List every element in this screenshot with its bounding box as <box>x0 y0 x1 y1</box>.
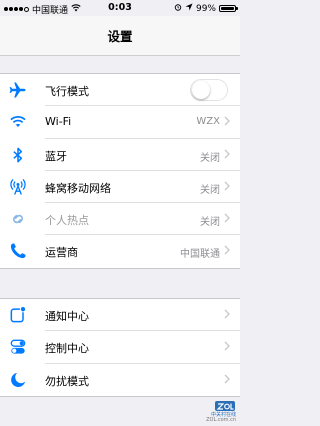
chevron-right-icon <box>224 181 230 191</box>
bluetooth-icon <box>8 145 28 165</box>
setting-label: 通知中心 <box>45 310 89 323</box>
alarm-icon <box>174 3 182 14</box>
airplane-icon <box>8 80 28 100</box>
settings-row-airplane-mode[interactable]: 飞行模式 <box>0 74 240 107</box>
battery-percent: 99% <box>195 3 216 14</box>
settings-row-control-center[interactable]: 控制中心 <box>0 331 240 364</box>
setting-label: 运营商 <box>45 246 78 260</box>
settings-row-do-not-disturb[interactable]: 勿扰模式 <box>0 364 240 396</box>
chevron-right-icon <box>224 341 230 351</box>
chevron-right-icon <box>224 374 230 384</box>
setting-value: 关闭 <box>200 217 220 229</box>
zol-logo-icon <box>206 399 236 413</box>
setting-value: 中国联通 <box>180 249 220 261</box>
navigation-bar: 设置 <box>0 16 240 56</box>
settings-row-carrier[interactable]: 运营商 中国联通 <box>0 235 240 267</box>
hotspot-icon <box>8 209 28 229</box>
cellular-icon <box>8 177 28 197</box>
setting-label: 蜂窝移动网络 <box>45 181 111 195</box>
setting-label: Wi-Fi <box>45 115 72 129</box>
setting-value: 关闭 <box>200 152 220 164</box>
settings-group-system: 通知中心 控制中心 勿扰模式 <box>0 298 240 397</box>
watermark: 中关村在线 ZOL.com.cn <box>206 399 236 423</box>
page-title: 设置 <box>107 29 133 44</box>
chevron-right-icon <box>224 116 230 126</box>
chevron-right-icon <box>224 149 230 159</box>
location-icon <box>185 3 193 14</box>
chevron-right-icon <box>224 245 230 255</box>
watermark-url: ZOL.com.cn <box>206 417 236 423</box>
setting-label: 飞行模式 <box>45 85 89 98</box>
setting-label: 勿扰模式 <box>45 374 89 388</box>
chevron-right-icon <box>224 213 230 223</box>
status-right: 99% <box>174 3 238 14</box>
control-center-icon <box>8 337 28 357</box>
settings-row-personal-hotspot[interactable]: 个人热点 关闭 <box>0 203 240 236</box>
wifi-icon <box>8 112 28 132</box>
setting-value: WZX <box>196 116 220 128</box>
setting-label: 控制中心 <box>45 342 89 356</box>
moon-icon <box>8 370 28 390</box>
setting-value: 关闭 <box>200 184 220 196</box>
settings-group-connectivity: 飞行模式 Wi-Fi WZX 蓝牙 关闭 蜂窝移动网络 关闭 个人热点 关闭 运… <box>0 73 240 269</box>
phone-icon <box>8 241 28 261</box>
airplane-mode-toggle[interactable] <box>190 79 228 101</box>
chevron-right-icon <box>224 309 230 319</box>
status-bar: 中国联通 0:03 99% <box>0 0 240 16</box>
setting-label: 个人热点 <box>45 214 89 228</box>
settings-row-notification-center[interactable]: 通知中心 <box>0 299 240 332</box>
settings-row-cellular[interactable]: 蜂窝移动网络 关闭 <box>0 171 240 204</box>
settings-row-bluetooth[interactable]: 蓝牙 关闭 <box>0 139 240 171</box>
battery-icon <box>219 5 238 12</box>
notification-center-icon <box>8 305 28 325</box>
settings-row-wifi[interactable]: Wi-Fi WZX <box>0 106 240 139</box>
setting-label: 蓝牙 <box>45 149 67 163</box>
